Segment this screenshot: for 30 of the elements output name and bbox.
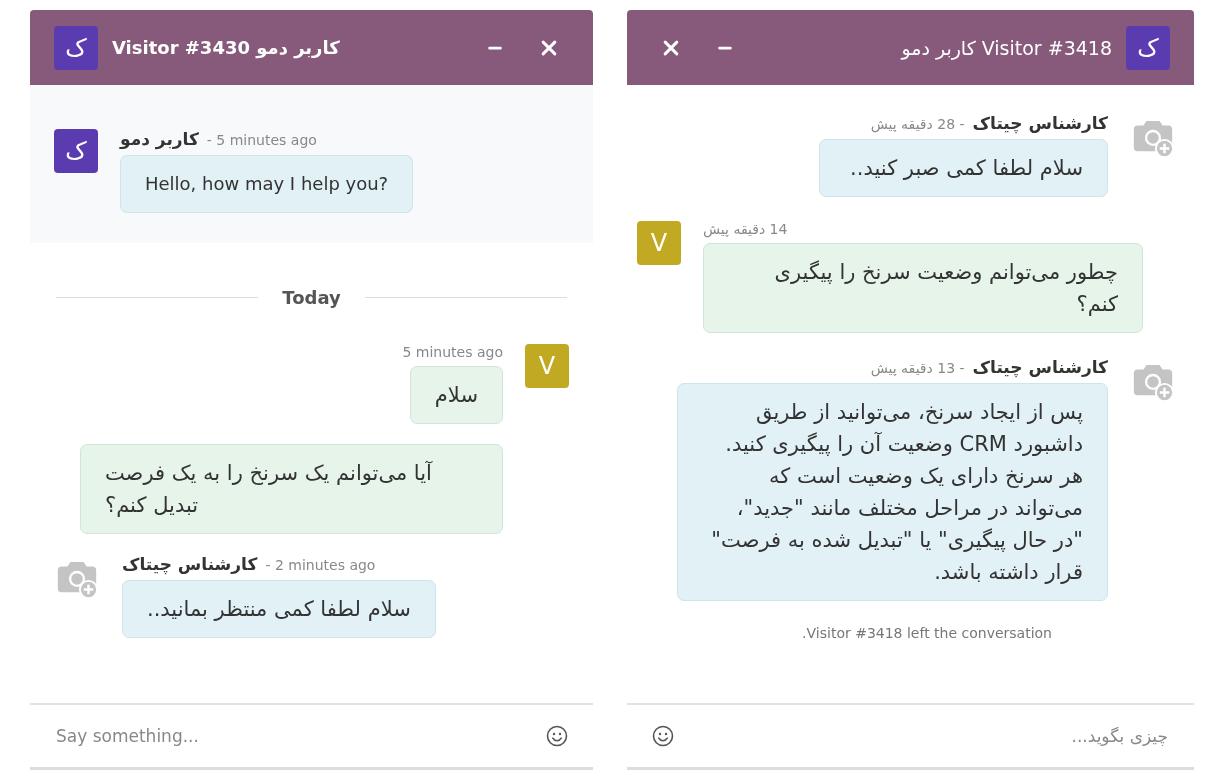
- emoji-icon[interactable]: [651, 724, 675, 748]
- message-bubble: سلام لطفا کمی صبر کنید..: [819, 139, 1108, 197]
- avatar: ک: [54, 129, 98, 173]
- author-name: کاربر دمو: [120, 129, 199, 149]
- window-title: Visitor #3430 کاربر دمو: [112, 37, 340, 58]
- timestamp: - 5 minutes ago: [206, 132, 317, 148]
- message-bubble: سلام لطفا کمی منتظر بمانید..: [122, 580, 436, 638]
- author-name: کارشناس چیتاک: [122, 554, 258, 574]
- emoji-icon[interactable]: [545, 724, 569, 748]
- message-bubble: چطور می‌توانم وضعیت سرنخ را پیگیری کنم؟: [703, 243, 1143, 333]
- timestamp: - 13 دقیقه پیش: [870, 360, 965, 376]
- timestamp: 5 minutes ago: [402, 344, 503, 360]
- avatar: ک: [1126, 25, 1170, 70]
- timestamp: 14 دقیقه پیش: [703, 221, 788, 237]
- author-name: کارشناس چیتاک: [972, 113, 1108, 133]
- message-input[interactable]: Say something...: [54, 725, 533, 747]
- message-input[interactable]: چیزی بگوید...: [687, 725, 1170, 747]
- avatar: V: [637, 221, 681, 265]
- avatar: V: [525, 344, 569, 388]
- author-name: کارشناس چیتاک: [972, 357, 1108, 377]
- message-bubble: پس از ایجاد سرنخ، می‌توانید از طریق داشبورد CRM وضعیت آن را پیگیری کنید. هر سرنخ دارای یک وضعیت است که می‌تواند در مراحل مختلف مانند "جدید"، "در حال پیگیری" یا "تبدیل شده به فرصت" قرار داشته باشد.: [677, 383, 1108, 601]
- date-label: Today: [282, 287, 341, 308]
- avatar: ک: [54, 25, 98, 70]
- timestamp: - 2 minutes ago: [265, 557, 376, 573]
- message-bubble: آیا می‌توانم یک سرنخ را به یک فرصت تبدیل کنم؟: [80, 444, 503, 534]
- notice-text: Visitor #3418 left the conversation.: [801, 624, 1052, 641]
- timestamp: - 28 دقیقه پیش: [870, 116, 965, 132]
- message-bubble: سلام: [409, 366, 503, 424]
- message-bubble: Hello, how may I help you?: [120, 155, 414, 213]
- window-title: Visitor #3418 کاربر دمو: [901, 36, 1112, 59]
